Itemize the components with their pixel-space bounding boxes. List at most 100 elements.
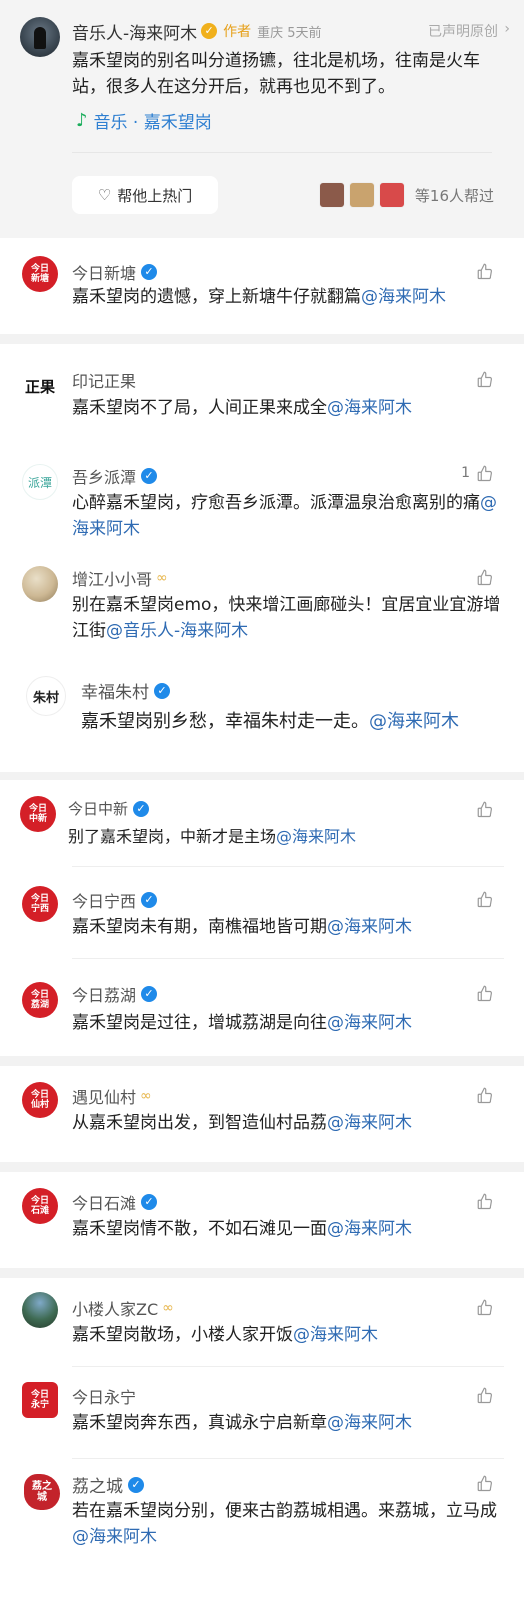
commenter-name[interactable]: 今日荔湖	[72, 982, 136, 1006]
comment-text: 嘉禾望岗别乡愁，幸福朱村走一走。@海来阿木	[81, 708, 491, 735]
commenter-avatar[interactable]: 今日 新塘	[22, 256, 58, 292]
comment-item: 增江小小哥 ∞ 别在嘉禾望岗emo，快来增江画廊碰头！宜居宜业宜游增江街@音乐人…	[0, 556, 524, 656]
thumbs-up-icon	[477, 371, 492, 388]
comment-text: 别了嘉禾望岗，中新才是主场@海来阿木	[68, 824, 498, 850]
like-button[interactable]	[476, 800, 494, 818]
comment-text: 心醉嘉禾望岗，疗愈吾乡派潭。派潭温泉治愈离别的痛@海来阿木	[72, 490, 502, 542]
commenter-avatar[interactable]: 荔之城	[24, 1474, 60, 1510]
thumbs-up-icon	[477, 1087, 492, 1104]
mention-link[interactable]: @海来阿木	[327, 398, 412, 418]
thumbs-up-icon	[477, 569, 492, 586]
thumbs-up-icon	[477, 1387, 492, 1404]
comment-item: 朱村 幸福朱村 ✓ 嘉禾望岗别乡愁，幸福朱村走一走。@海来阿木	[0, 668, 524, 772]
section-gap	[0, 1268, 524, 1278]
vip-icon: ∞	[162, 1300, 174, 1316]
comment-item: 今日 新塘 今日新塘 ✓ 嘉禾望岗的遗憾，穿上新塘牛仔就翻篇@海来阿木	[0, 238, 524, 334]
commenter-avatar[interactable]: 派潭	[22, 464, 58, 500]
comment-text: 别在嘉禾望岗emo，快来增江画廊碰头！宜居宜业宜游增江街@音乐人-海来阿木	[72, 592, 502, 644]
commenter-avatar[interactable]: 今日 仙村	[22, 1082, 58, 1118]
commenter-name-row: 增江小小哥 ∞	[72, 566, 168, 590]
thumbs-up-icon	[477, 465, 492, 482]
author-name[interactable]: 音乐人-海来阿木	[72, 19, 197, 44]
commenter-name[interactable]: 荔之城	[72, 1472, 123, 1497]
commenter-name[interactable]: 今日石滩	[72, 1190, 136, 1214]
original-statement[interactable]: 已声明原创	[428, 21, 498, 41]
avatar-text: 正果	[24, 377, 55, 396]
mention-link[interactable]: @海来阿木	[327, 1413, 412, 1433]
helper-avatar	[378, 182, 405, 208]
commenter-avatar[interactable]	[22, 566, 58, 602]
comment-body: 嘉禾望岗散场，小楼人家开饭	[72, 1325, 293, 1345]
post-text: 嘉禾望岗的别名叫分道扬镳，往北是机场，往南是火车站，很多人在这分开后，就再也见不…	[72, 51, 480, 97]
commenter-name[interactable]: 今日永宁	[72, 1384, 136, 1408]
commenter-name[interactable]: 幸福朱村	[81, 678, 149, 703]
commenter-name[interactable]: 印记正果	[72, 368, 136, 392]
commenter-avatar[interactable]: 正果	[22, 368, 58, 404]
avatar-text: 今日 仙村	[30, 1090, 49, 1110]
commenter-name-row: 吾乡派潭 ✓	[72, 464, 158, 488]
author-name-row: 音乐人-海来阿木 ✓ 作者 重庆 5天前	[72, 19, 322, 44]
commenter-avatar[interactable]: 今日 荔湖	[22, 982, 58, 1018]
mention-link[interactable]: @海来阿木	[72, 1527, 157, 1547]
like-button[interactable]	[476, 262, 494, 280]
comment-body: 嘉禾望岗未有期，南樵福地皆可期	[72, 917, 327, 937]
commenter-name[interactable]: 吾乡派潭	[72, 464, 136, 488]
verified-gold-icon: ✓	[201, 23, 218, 39]
commenter-avatar[interactable]: 今日 宁西	[22, 886, 58, 922]
author-avatar[interactable]	[20, 17, 60, 57]
commenter-avatar[interactable]: 今日 中新	[20, 796, 56, 832]
commenter-name-row: 印记正果	[72, 368, 136, 392]
mention-link[interactable]: @海来阿木	[361, 287, 446, 307]
like-button[interactable]	[476, 370, 494, 388]
helpers-summary[interactable]: 等16人帮过	[315, 182, 494, 208]
commenter-avatar[interactable]: 今日 永宁	[22, 1382, 58, 1418]
avatar-text: 今日 宁西	[30, 894, 49, 914]
comment-item: 今日 宁西 今日宁西 ✓ 嘉禾望岗未有期，南樵福地皆可期@海来阿木	[0, 868, 524, 958]
commenter-name[interactable]: 小楼人家ZC	[72, 1296, 158, 1320]
like-button[interactable]	[476, 890, 494, 908]
mention-link[interactable]: @海来阿木	[327, 917, 412, 937]
comment-text: 从嘉禾望岗出发，到智造仙村品荔@海来阿木	[72, 1110, 502, 1136]
mention-link[interactable]: @海来阿木	[327, 1113, 412, 1133]
commenter-name[interactable]: 今日中新	[68, 798, 128, 819]
like-button[interactable]	[476, 1474, 494, 1492]
commenter-avatar[interactable]: 今日 石滩	[22, 1188, 58, 1224]
chevron-right-icon[interactable]: ›	[504, 21, 510, 37]
mention-link[interactable]: @音乐人-海来阿木	[106, 621, 248, 641]
comment-body: 若在嘉禾望岗分别，便来古韵荔城相遇。来荔城，立马成	[72, 1501, 497, 1521]
comment-body: 心醉嘉禾望岗，疗愈吾乡派潭。派潭温泉治愈离别的痛	[72, 493, 480, 513]
commenter-avatar[interactable]: 朱村	[26, 676, 66, 716]
divider	[72, 152, 492, 153]
avatar-text: 今日 荔湖	[30, 990, 49, 1010]
boost-button[interactable]: ♡ 帮他上热门	[72, 176, 218, 214]
music-link[interactable]: ♪ 音乐 · 嘉禾望岗	[76, 108, 212, 133]
post-meta: 重庆 5天前	[257, 25, 322, 41]
commenter-avatar[interactable]	[22, 1292, 58, 1328]
mention-link[interactable]: @海来阿木	[276, 827, 356, 846]
like-button[interactable]	[476, 1192, 494, 1210]
like-button[interactable]	[476, 1386, 494, 1404]
helper-avatar	[348, 182, 375, 208]
mention-link[interactable]: @海来阿木	[369, 711, 459, 732]
like-button[interactable]	[476, 1298, 494, 1316]
commenter-name[interactable]: 今日新塘	[72, 260, 136, 284]
commenter-name[interactable]: 今日宁西	[72, 888, 136, 912]
mention-link[interactable]: @海来阿木	[327, 1219, 412, 1239]
verified-icon: ✓	[141, 986, 158, 1002]
like-button[interactable]	[476, 984, 494, 1002]
like-button[interactable]: 1	[461, 464, 494, 482]
verified-icon: ✓	[141, 264, 158, 280]
commenter-name[interactable]: 增江小小哥	[72, 566, 152, 590]
verified-icon: ✓	[128, 1476, 144, 1493]
like-button[interactable]	[476, 1086, 494, 1104]
avatar-text: 今日 石滩	[30, 1196, 49, 1216]
comment-body: 从嘉禾望岗出发，到智造仙村品荔	[72, 1113, 327, 1133]
music-title: 音乐 · 嘉禾望岗	[93, 113, 212, 133]
mention-link[interactable]: @海来阿木	[293, 1325, 378, 1345]
verified-icon: ✓	[133, 800, 150, 817]
comment-item: 今日 仙村 遇见仙村 ∞ 从嘉禾望岗出发，到智造仙村品荔@海来阿木	[0, 1066, 524, 1162]
mention-link[interactable]: @海来阿木	[327, 1013, 412, 1033]
commenter-name[interactable]: 遇见仙村	[72, 1084, 136, 1108]
like-button[interactable]	[476, 568, 494, 586]
commenter-name-row: 今日石滩 ✓	[72, 1190, 158, 1214]
